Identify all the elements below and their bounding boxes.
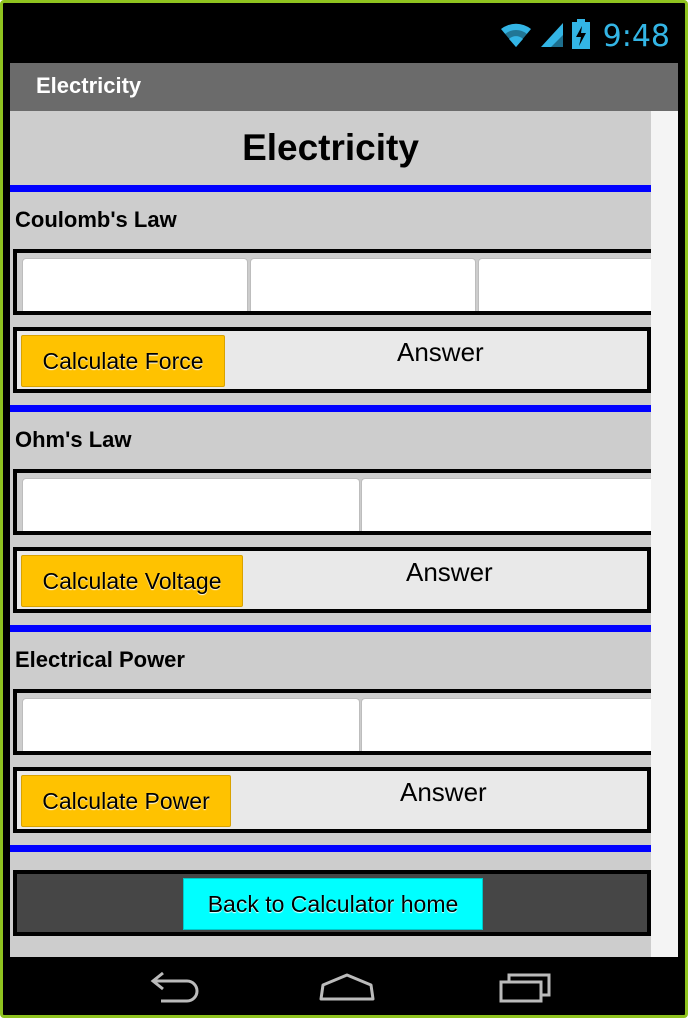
- status-bar: 9:48: [10, 10, 678, 63]
- divider: [10, 185, 651, 192]
- page-title: Electricity: [242, 127, 419, 168]
- section-title-electrical-power: Electrical Power: [15, 647, 185, 672]
- power-answer: Answer: [400, 777, 487, 807]
- power-input-2[interactable]: [361, 698, 653, 751]
- ohm-inputs-row: [13, 469, 653, 535]
- calculate-voltage-button[interactable]: Calculate Voltage: [21, 555, 243, 607]
- wifi-icon: [499, 19, 533, 54]
- ohm-input-2[interactable]: [361, 478, 653, 531]
- ohm-input-1[interactable]: [22, 478, 360, 531]
- home-icon[interactable]: [312, 967, 382, 1007]
- coulomb-input-1[interactable]: [22, 258, 248, 311]
- navigation-bar: [10, 957, 678, 1015]
- back-to-calculator-home-button[interactable]: Back to Calculator home: [183, 878, 483, 930]
- calculate-power-button[interactable]: Calculate Power: [21, 775, 231, 827]
- back-icon[interactable]: [136, 967, 206, 1007]
- signal-icon: [539, 19, 565, 54]
- status-time: 9:48: [602, 19, 670, 54]
- scroll-edge: [651, 111, 678, 957]
- battery-charging-icon: [571, 18, 591, 55]
- ohm-answer: Answer: [406, 557, 493, 587]
- calculator-form: Electricity Coulomb's Law Calculate Forc…: [10, 111, 653, 957]
- calculate-force-button[interactable]: Calculate Force: [21, 335, 225, 387]
- coulomb-answer: Answer: [397, 337, 484, 367]
- power-inputs-row: [13, 689, 653, 755]
- recent-apps-icon[interactable]: [490, 967, 560, 1007]
- status-icons: 9:48: [499, 18, 670, 55]
- divider: [10, 405, 651, 412]
- section-title-ohms-law: Ohm's Law: [15, 427, 132, 452]
- coulomb-input-3[interactable]: [478, 258, 653, 311]
- coulomb-calc-row: Calculate Force Answer: [13, 327, 651, 393]
- divider: [10, 845, 651, 852]
- coulomb-input-2[interactable]: [250, 258, 476, 311]
- power-input-1[interactable]: [22, 698, 360, 751]
- power-calc-row: Calculate Power Answer: [13, 767, 651, 833]
- section-title-coulombs-law: Coulomb's Law: [15, 207, 177, 232]
- device-frame: 9:48 Electricity Electricity Coulomb's L…: [0, 0, 688, 1018]
- back-row: Back to Calculator home: [13, 870, 651, 936]
- action-bar: Electricity: [10, 63, 678, 111]
- ohm-calc-row: Calculate Voltage Answer: [13, 547, 651, 613]
- coulomb-inputs-row: [13, 249, 653, 315]
- content-area[interactable]: Electricity Coulomb's Law Calculate Forc…: [10, 111, 678, 957]
- screen: 9:48 Electricity Electricity Coulomb's L…: [10, 10, 678, 1015]
- action-bar-title: Electricity: [36, 73, 142, 98]
- divider: [10, 625, 651, 632]
